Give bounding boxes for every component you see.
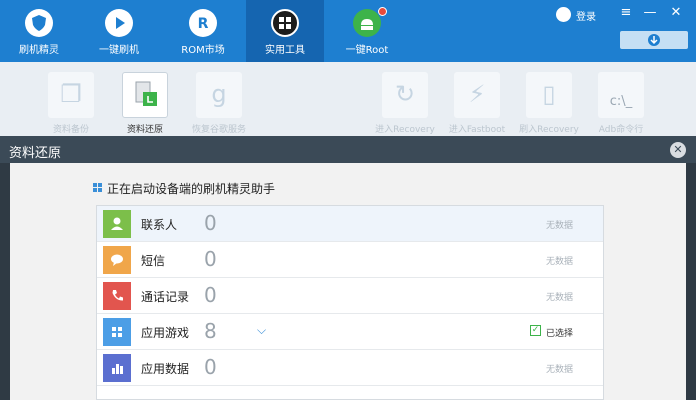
contact-icon — [103, 210, 131, 238]
sms-icon — [103, 246, 131, 274]
row-count: 0 — [204, 283, 217, 307]
chart-icon — [103, 354, 131, 382]
grid-icon — [271, 9, 299, 37]
list-item-sms[interactable]: 短信 0 无数据 — [97, 242, 603, 278]
row-count: 0 — [204, 355, 217, 379]
heading-text: 正在启动设备端的刷机精灵助手 — [107, 182, 276, 196]
nav-item-shuaji[interactable]: 刷机精灵 — [0, 0, 78, 62]
menu-icon[interactable]: ≡ — [618, 5, 634, 21]
svg-text:R: R — [198, 16, 209, 32]
tool-label: Adb命令行 — [598, 125, 644, 135]
tool-flash-recovery[interactable]: ▯ 刷入Recovery — [514, 72, 584, 135]
tool-label: 进入Recovery — [375, 125, 435, 135]
close-icon[interactable]: ✕ — [668, 5, 684, 21]
list-item-apps[interactable]: 应用游戏 8 ⌵ ✓ 已选择 — [97, 314, 603, 350]
tool-label: 刷入Recovery — [519, 125, 579, 135]
dialog-title-bar: 资料还原 — [0, 136, 696, 163]
nav-item-one-key-flash[interactable]: 一键刷机 — [80, 0, 158, 62]
nav-label: 一键刷机 — [99, 45, 139, 56]
list-item-contacts[interactable]: 联系人 0 无数据 — [97, 206, 603, 242]
user-icon — [556, 7, 571, 22]
nav-label: 刷机精灵 — [19, 45, 59, 56]
row-status: 无数据 — [545, 221, 573, 231]
apps-icon — [103, 318, 131, 346]
notification-dot — [378, 7, 387, 16]
tools-toolbar: ❐ 资料备份 资料还原 g 恢复谷歌服务 ↻ 进入Recovery ⚡ 进入Fa… — [0, 62, 696, 136]
row-count: 8 — [204, 319, 217, 343]
row-status: 已选择 — [545, 329, 573, 339]
shield-icon — [25, 9, 53, 37]
nav-label: ROM市场 — [181, 45, 225, 56]
tool-adb[interactable]: c:\_ Adb命令行 — [586, 72, 656, 135]
tool-label: 进入Fastboot — [448, 125, 506, 135]
login-text: 登录 — [576, 12, 596, 23]
row-label: 应用游戏 — [141, 326, 190, 340]
phone-icon — [103, 282, 131, 310]
restore-list: 联系人 0 无数据 短信 0 无数据 通话记录 0 无数据 应用游戏 8 ⌵ ✓… — [96, 205, 604, 400]
list-item-app-data[interactable]: 应用数据 0 无数据 — [97, 350, 603, 386]
nav-item-root[interactable]: 一键Root — [328, 0, 406, 62]
restore-icon — [122, 72, 168, 118]
rom-icon: R — [189, 9, 217, 37]
tool-label: 资料还原 — [126, 125, 163, 135]
row-label: 通话记录 — [141, 290, 190, 304]
checkbox-checked-icon[interactable]: ✓ — [530, 325, 541, 336]
nav-item-tools[interactable]: 实用工具 — [246, 0, 324, 62]
row-label: 联系人 — [141, 218, 178, 232]
tool-enter-recovery[interactable]: ↻ 进入Recovery — [370, 72, 440, 135]
row-label: 短信 — [141, 254, 166, 268]
row-status: 无数据 — [545, 257, 573, 267]
nav-label: 一键Root — [345, 45, 389, 56]
row-count: 0 — [204, 211, 217, 235]
dialog-title: 资料还原 — [9, 146, 62, 161]
row-status: 无数据 — [545, 293, 573, 303]
tool-label: 恢复谷歌服务 — [191, 125, 246, 135]
row-label: 应用数据 — [141, 362, 190, 376]
tool-backup[interactable]: ❐ 资料备份 — [36, 72, 106, 135]
nav-item-rom-market[interactable]: R ROM市场 — [164, 0, 242, 62]
dialog-close-icon[interactable]: ✕ — [670, 142, 686, 158]
nav-label: 实用工具 — [265, 45, 305, 56]
grid-dots-icon — [93, 183, 103, 193]
chevron-down-icon[interactable]: ⌵ — [257, 323, 266, 338]
android-icon — [353, 9, 381, 37]
tool-enter-fastboot[interactable]: ⚡ 进入Fastboot — [442, 72, 512, 135]
minimize-icon[interactable]: — — [642, 5, 658, 21]
top-nav-bar: 刷机精灵 一键刷机 R ROM市场 实用工具 一键Root 登录 ≡ — ✕ — [0, 0, 696, 62]
download-button[interactable] — [620, 31, 688, 49]
tool-restore[interactable]: 资料还原 — [110, 72, 180, 135]
download-icon — [648, 34, 660, 46]
tool-google-services[interactable]: g 恢复谷歌服务 — [184, 72, 254, 135]
row-count: 0 — [204, 247, 217, 271]
list-item-call-log[interactable]: 通话记录 0 无数据 — [97, 278, 603, 314]
play-icon — [105, 9, 133, 37]
tool-label: 资料备份 — [52, 125, 89, 135]
row-status: 无数据 — [545, 365, 573, 375]
